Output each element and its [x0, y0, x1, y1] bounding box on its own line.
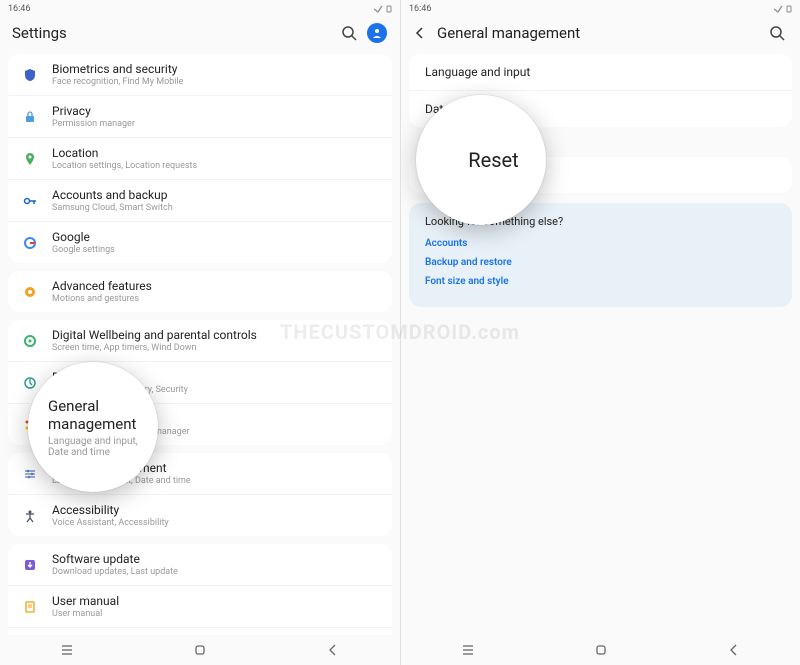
search-button[interactable] — [766, 22, 788, 44]
battery-icon — [20, 373, 40, 393]
shield-icon — [20, 65, 40, 85]
avatar-icon — [367, 23, 387, 43]
accessibility-icon — [20, 506, 40, 526]
item-label: Google — [52, 230, 380, 244]
settings-item-software-update[interactable]: Software update Download updates, Last u… — [8, 544, 392, 585]
nav-home[interactable] — [193, 643, 207, 657]
lock-icon — [20, 107, 40, 127]
search-icon — [769, 25, 785, 41]
chevron-left-icon — [413, 26, 427, 40]
header: Settings — [0, 18, 400, 54]
item-sublabel: Download updates, Last update — [52, 567, 380, 577]
item-language-and-input[interactable]: Language and input — [409, 54, 792, 90]
help-link-backup[interactable]: Backup and restore — [425, 257, 776, 268]
settings-item-accounts-and-backup[interactable]: Accounts and backup Samsung Cloud, Smart… — [8, 179, 392, 221]
key-icon — [20, 191, 40, 211]
back-button[interactable] — [413, 26, 427, 40]
status-time: 16:46 — [8, 4, 30, 14]
sliders-icon — [20, 464, 40, 484]
magnify-title: General management — [48, 397, 158, 433]
nav-recent[interactable] — [461, 643, 475, 657]
item-label: Location — [52, 146, 380, 160]
item-label: Advanced features — [52, 279, 380, 293]
nav-back[interactable] — [326, 643, 340, 657]
status-bar: 16:46 — [0, 0, 400, 18]
status-time: 16:46 — [409, 4, 431, 14]
settings-item-user-manual[interactable]: User manual User manual — [8, 585, 392, 627]
item-sublabel: Screen time, App timers, Wind Down — [52, 343, 380, 353]
status-right — [373, 5, 392, 13]
search-button[interactable] — [338, 22, 360, 44]
settings-group: Biometrics and security Face recognition… — [8, 54, 392, 263]
settings-item-google[interactable]: Google Google settings — [8, 221, 392, 263]
nav-bar — [401, 635, 800, 665]
item-sublabel: User manual — [52, 609, 380, 619]
status-right — [773, 5, 792, 13]
settings-item-biometrics-and-security[interactable]: Biometrics and security Face recognition… — [8, 54, 392, 95]
wellbeing-icon — [20, 331, 40, 351]
item-sublabel: Location settings, Location requests — [52, 161, 380, 171]
settings-item-digital-wellbeing-and-parental-controls[interactable]: Digital Wellbeing and parental controls … — [8, 320, 392, 361]
settings-item-location[interactable]: Location Location settings, Location req… — [8, 137, 392, 179]
gear-badge-icon — [20, 282, 40, 302]
settings-item-advanced-features[interactable]: Advanced features Motions and gestures — [8, 271, 392, 312]
download-icon — [20, 555, 40, 575]
item-sublabel: Google settings — [52, 245, 380, 255]
help-link-font[interactable]: Font size and style — [425, 276, 776, 287]
item-label: Software update — [52, 552, 380, 566]
magnify-sub: Language and input, Date and time — [48, 436, 158, 458]
magnify-reset-label: Reset — [443, 148, 518, 172]
item-sublabel: Permission manager — [52, 119, 380, 129]
manual-icon — [20, 597, 40, 617]
item-label: Digital Wellbeing and parental controls — [52, 328, 380, 342]
nav-recent[interactable] — [60, 643, 74, 657]
item-label: Biometrics and security — [52, 62, 380, 76]
item-label: Privacy — [52, 104, 380, 118]
nav-back[interactable] — [727, 643, 741, 657]
item-label: Accounts and backup — [52, 188, 380, 202]
settings-item-privacy[interactable]: Privacy Permission manager — [8, 95, 392, 137]
nav-home[interactable] — [594, 643, 608, 657]
help-link-accounts[interactable]: Accounts — [425, 238, 776, 249]
page-title: General management — [437, 24, 760, 42]
google-icon — [20, 233, 40, 253]
item-sublabel: Voice Assistant, Accessibility — [52, 518, 380, 528]
profile-button[interactable] — [366, 22, 388, 44]
item-sublabel: Face recognition, Find My Mobile — [52, 77, 380, 87]
item-sublabel: Motions and gestures — [52, 294, 380, 304]
settings-group: Advanced features Motions and gestures — [8, 271, 392, 312]
item-label: User manual — [52, 594, 380, 608]
settings-item-accessibility[interactable]: Accessibility Voice Assistant, Accessibi… — [8, 494, 392, 536]
search-icon — [341, 25, 357, 41]
status-bar: 16:46 — [401, 0, 800, 18]
pin-icon — [20, 149, 40, 169]
general-management-pane: 16:46 General management Language and in… — [400, 0, 800, 665]
magnifier-general-management: General management Language and input, D… — [28, 362, 158, 492]
header: General management — [401, 18, 800, 54]
magnifier-reset: Reset — [416, 95, 546, 225]
settings-pane: 16:46 Settings Biometrics and security F… — [0, 0, 400, 665]
page-title: Settings — [12, 24, 332, 42]
nav-bar — [0, 635, 400, 665]
item-sublabel: Samsung Cloud, Smart Switch — [52, 203, 380, 213]
item-label: Accessibility — [52, 503, 380, 517]
